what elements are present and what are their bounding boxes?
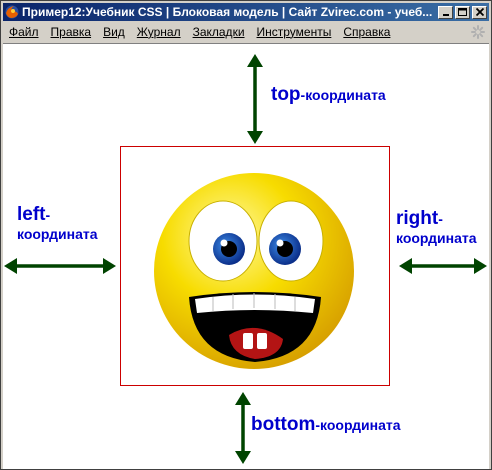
bottom-label-suffix: -координата: [315, 417, 401, 433]
minimize-button[interactable]: [438, 5, 453, 19]
maximize-button[interactable]: [455, 5, 470, 19]
bottom-label-main: bottom: [251, 414, 316, 435]
throbber-icon: [471, 25, 485, 39]
top-coordinate-label: top-координата: [271, 84, 386, 106]
smiley-icon: [154, 173, 354, 369]
menu-bar: Файл Правка Вид Журнал Закладки Инструме…: [3, 22, 489, 42]
top-label-main: top: [271, 84, 301, 105]
window-title: Пример12:Учебник CSS | Блоковая модель |…: [22, 5, 433, 19]
close-button[interactable]: [472, 5, 487, 19]
browser-window: Пример12:Учебник CSS | Блоковая модель |…: [0, 0, 492, 470]
maximize-icon: [458, 8, 467, 16]
positioned-box: [120, 146, 390, 386]
left-double-arrow-icon: [4, 258, 116, 274]
left-label-main: left: [17, 204, 46, 225]
top-label-suffix: -координата: [300, 87, 386, 103]
menu-help[interactable]: Справка: [337, 22, 396, 42]
right-coordinate-label: right- координата: [396, 208, 477, 246]
left-label-suffix: -: [45, 207, 51, 223]
menu-file[interactable]: Файл: [3, 22, 45, 42]
bottom-coordinate-label: bottom-координата: [251, 414, 401, 436]
minimize-icon: [442, 14, 449, 16]
title-bar[interactable]: Пример12:Учебник CSS | Блоковая модель |…: [3, 3, 489, 21]
right-label-line2: координата: [396, 230, 477, 246]
left-label-line2: координата: [17, 226, 98, 242]
firefox-icon: [5, 5, 19, 19]
right-label-suffix: -: [438, 211, 443, 227]
right-label-main: right: [396, 208, 439, 229]
page-content: top-координата left- координата right- к…: [3, 43, 489, 469]
menu-view[interactable]: Вид: [97, 22, 131, 42]
menu-history[interactable]: Журнал: [131, 22, 187, 42]
left-coordinate-label: left- координата: [17, 204, 98, 242]
close-icon: [475, 8, 484, 16]
menu-edit[interactable]: Правка: [45, 22, 98, 42]
top-double-arrow-icon: [247, 54, 263, 144]
bottom-double-arrow-icon: [235, 392, 251, 464]
right-double-arrow-icon: [399, 258, 487, 274]
menu-bookmarks[interactable]: Закладки: [187, 22, 251, 42]
menu-tools[interactable]: Инструменты: [251, 22, 338, 42]
